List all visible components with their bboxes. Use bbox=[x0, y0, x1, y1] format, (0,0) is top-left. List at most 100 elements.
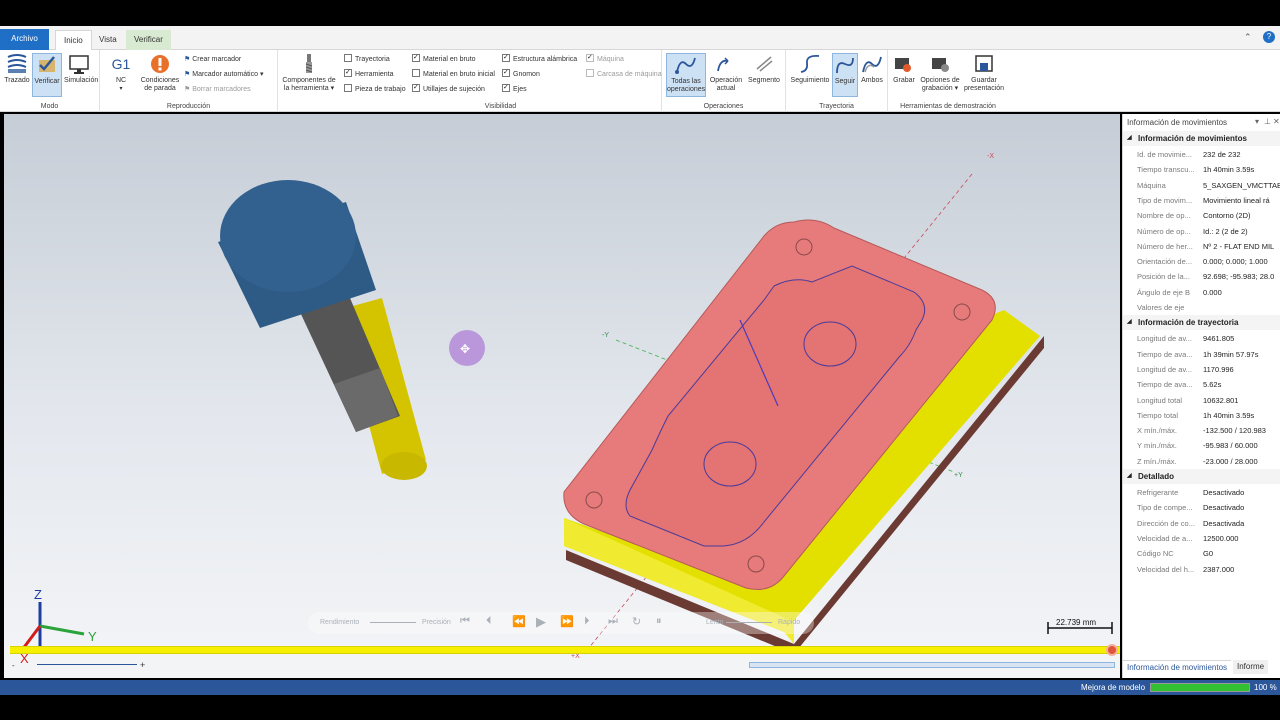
verify-button[interactable]: Verificar bbox=[32, 53, 62, 97]
visibility-item[interactable]: Herramienta bbox=[344, 68, 394, 81]
rewind-icon[interactable]: ⏪ bbox=[512, 615, 526, 628]
pause-marker-icon[interactable]: ⏸ bbox=[656, 615, 662, 628]
property-name: Longitud de av... bbox=[1137, 364, 1192, 374]
stop-conditions-button[interactable]: Condiciones de parada bbox=[138, 53, 182, 97]
tool-holder-top bbox=[220, 180, 356, 292]
delete-markers-button[interactable]: ⚑ Borrar marcadores bbox=[184, 83, 251, 96]
precision-slider[interactable] bbox=[370, 622, 416, 623]
auto-marker-button[interactable]: ⚑ Marcador automático ▾ bbox=[184, 68, 263, 81]
skip-end-icon[interactable]: ⏭ bbox=[608, 615, 618, 628]
visibility-item[interactable]: Estructura alámbrica bbox=[502, 53, 577, 66]
visibility-checkbox[interactable] bbox=[412, 54, 420, 62]
zoom-out-icon[interactable]: - bbox=[12, 661, 15, 670]
tool-cutter-tip bbox=[381, 452, 427, 480]
gnomon-y-axis bbox=[39, 624, 85, 636]
group-operations: Todas las operaciones Operación actual S… bbox=[662, 50, 786, 112]
collapse-triangle-icon[interactable]: ◢ bbox=[1127, 315, 1132, 330]
visibility-item[interactable]: Máquina bbox=[586, 53, 624, 66]
speed-slider[interactable] bbox=[726, 622, 772, 623]
save-presentation-icon bbox=[975, 55, 993, 72]
nc-button[interactable]: G1 NC ▾ bbox=[106, 53, 136, 97]
tab-file[interactable]: Archivo bbox=[0, 29, 49, 50]
visibility-item[interactable]: Material en bruto inicial bbox=[412, 68, 495, 81]
tracking-button[interactable]: Seguimiento bbox=[788, 53, 832, 97]
skip-start-icon[interactable]: ⏮ bbox=[460, 615, 470, 628]
loop-icon[interactable]: ↻ bbox=[632, 615, 641, 628]
panel-section-header[interactable]: ◢ Detallado bbox=[1123, 469, 1280, 484]
record-options-button[interactable]: Opciones de grabación ▾ bbox=[918, 53, 962, 97]
property-value: -23.000 / 28.000 bbox=[1203, 456, 1258, 466]
visibility-checkbox[interactable] bbox=[412, 84, 420, 92]
create-marker-button[interactable]: ⚑ Crear marcador bbox=[184, 53, 241, 66]
visibility-item-label: Estructura alámbrica bbox=[513, 56, 578, 63]
tab-view[interactable]: Vista bbox=[91, 30, 125, 50]
fast-forward-icon[interactable]: ⏩ bbox=[560, 615, 574, 628]
collapse-triangle-icon[interactable]: ◢ bbox=[1127, 469, 1132, 484]
tab-motion-info[interactable]: Información de movimientos bbox=[1123, 660, 1232, 674]
visibility-checkbox[interactable] bbox=[586, 54, 594, 62]
tab-home[interactable]: Inicio bbox=[55, 30, 92, 50]
save-presentation-button[interactable]: Guardar presentación bbox=[962, 53, 1006, 97]
visibility-checkbox[interactable] bbox=[502, 54, 510, 62]
step-forward-icon[interactable]: ⏵ bbox=[584, 615, 590, 628]
visibility-item[interactable]: Utillajes de sujeción bbox=[412, 83, 485, 96]
zoom-in-icon[interactable]: + bbox=[140, 660, 145, 670]
visibility-item[interactable]: Ejes bbox=[502, 83, 527, 96]
visibility-checkbox[interactable] bbox=[502, 69, 510, 77]
tab-verify[interactable]: Verificar bbox=[126, 30, 171, 50]
panel-menu-icon[interactable]: ▾ bbox=[1255, 117, 1259, 126]
visibility-item[interactable]: Trayectoria bbox=[344, 53, 390, 66]
step-back-icon[interactable]: ⏴ bbox=[486, 615, 492, 628]
visibility-item[interactable]: Carcasa de máquina bbox=[586, 68, 662, 81]
visibility-checkbox[interactable] bbox=[586, 69, 594, 77]
visibility-item-label: Gnomon bbox=[513, 71, 540, 78]
svg-text:✥: ✥ bbox=[460, 342, 470, 356]
visibility-checkbox[interactable] bbox=[412, 69, 420, 77]
both-button[interactable]: Ambos bbox=[858, 53, 886, 97]
property-value: 10632.801 bbox=[1203, 395, 1239, 405]
both-icon bbox=[862, 56, 882, 73]
property-name: Tipo de compe... bbox=[1137, 503, 1193, 513]
help-icon[interactable]: ? bbox=[1263, 31, 1275, 43]
3d-viewport[interactable]: -X -Y +Y +X ✥ Z Y X 22.739 mm Rendimient… bbox=[4, 114, 1120, 678]
visibility-checkbox[interactable] bbox=[344, 69, 352, 77]
tool-components-button[interactable]: Componentes de la herramienta ▾ bbox=[280, 53, 338, 97]
follow-button[interactable]: Seguir bbox=[832, 53, 858, 97]
property-name: Código NC bbox=[1137, 549, 1174, 559]
visibility-item[interactable]: Gnomon bbox=[502, 68, 540, 81]
scene-canvas: -X -Y +Y +X ✥ Z Y X 22.739 mm bbox=[20, 153, 1113, 666]
trace-button[interactable]: Trazado bbox=[2, 53, 32, 97]
visibility-item[interactable]: Pieza de trabajo bbox=[344, 83, 406, 96]
visibility-item[interactable]: Material en bruto bbox=[412, 53, 476, 66]
property-name: Tiempo transcu... bbox=[1137, 165, 1195, 175]
tab-report[interactable]: Informe bbox=[1233, 660, 1269, 674]
visibility-checkbox[interactable] bbox=[344, 84, 352, 92]
timeline-bar[interactable] bbox=[10, 646, 1120, 654]
panel-section-header[interactable]: ◢ Información de movimientos bbox=[1123, 131, 1280, 146]
visibility-checkbox[interactable] bbox=[502, 84, 510, 92]
current-operation-button[interactable]: Operación actual bbox=[708, 53, 744, 97]
precision-label: Precisión bbox=[422, 619, 451, 626]
collapse-ribbon-icon[interactable]: ⌃ bbox=[1244, 32, 1252, 43]
panel-section-title: Detallado bbox=[1138, 472, 1175, 481]
property-value: Desactivada bbox=[1203, 518, 1245, 528]
delete-marker-icon: ⚑ bbox=[184, 86, 193, 93]
gnomon-z-label: Z bbox=[34, 587, 42, 602]
g1-icon: G1 bbox=[111, 56, 131, 72]
verify-icon bbox=[39, 56, 55, 72]
panel-section-header[interactable]: ◢ Información de trayectoria bbox=[1123, 315, 1280, 331]
collapse-triangle-icon[interactable]: ◢ bbox=[1127, 131, 1132, 146]
group-demo-label: Herramientas de demostración bbox=[900, 103, 996, 110]
timeline-handle[interactable] bbox=[1106, 644, 1118, 656]
simulation-button[interactable]: Simulación bbox=[64, 53, 98, 97]
pin-icon[interactable]: ⊥ bbox=[1264, 117, 1271, 126]
overview-scrollbar[interactable] bbox=[749, 662, 1115, 668]
record-options-label: Opciones de grabación bbox=[920, 77, 960, 92]
visibility-checkbox[interactable] bbox=[344, 54, 352, 62]
all-operations-button[interactable]: Todas las operaciones bbox=[666, 53, 706, 97]
record-button[interactable]: Grabar bbox=[890, 53, 918, 97]
close-icon[interactable]: ✕ bbox=[1273, 117, 1280, 126]
play-icon[interactable]: ▶ bbox=[536, 614, 546, 630]
timeline-zoom-slider[interactable] bbox=[37, 664, 137, 665]
segment-button[interactable]: Segmento bbox=[746, 53, 782, 97]
